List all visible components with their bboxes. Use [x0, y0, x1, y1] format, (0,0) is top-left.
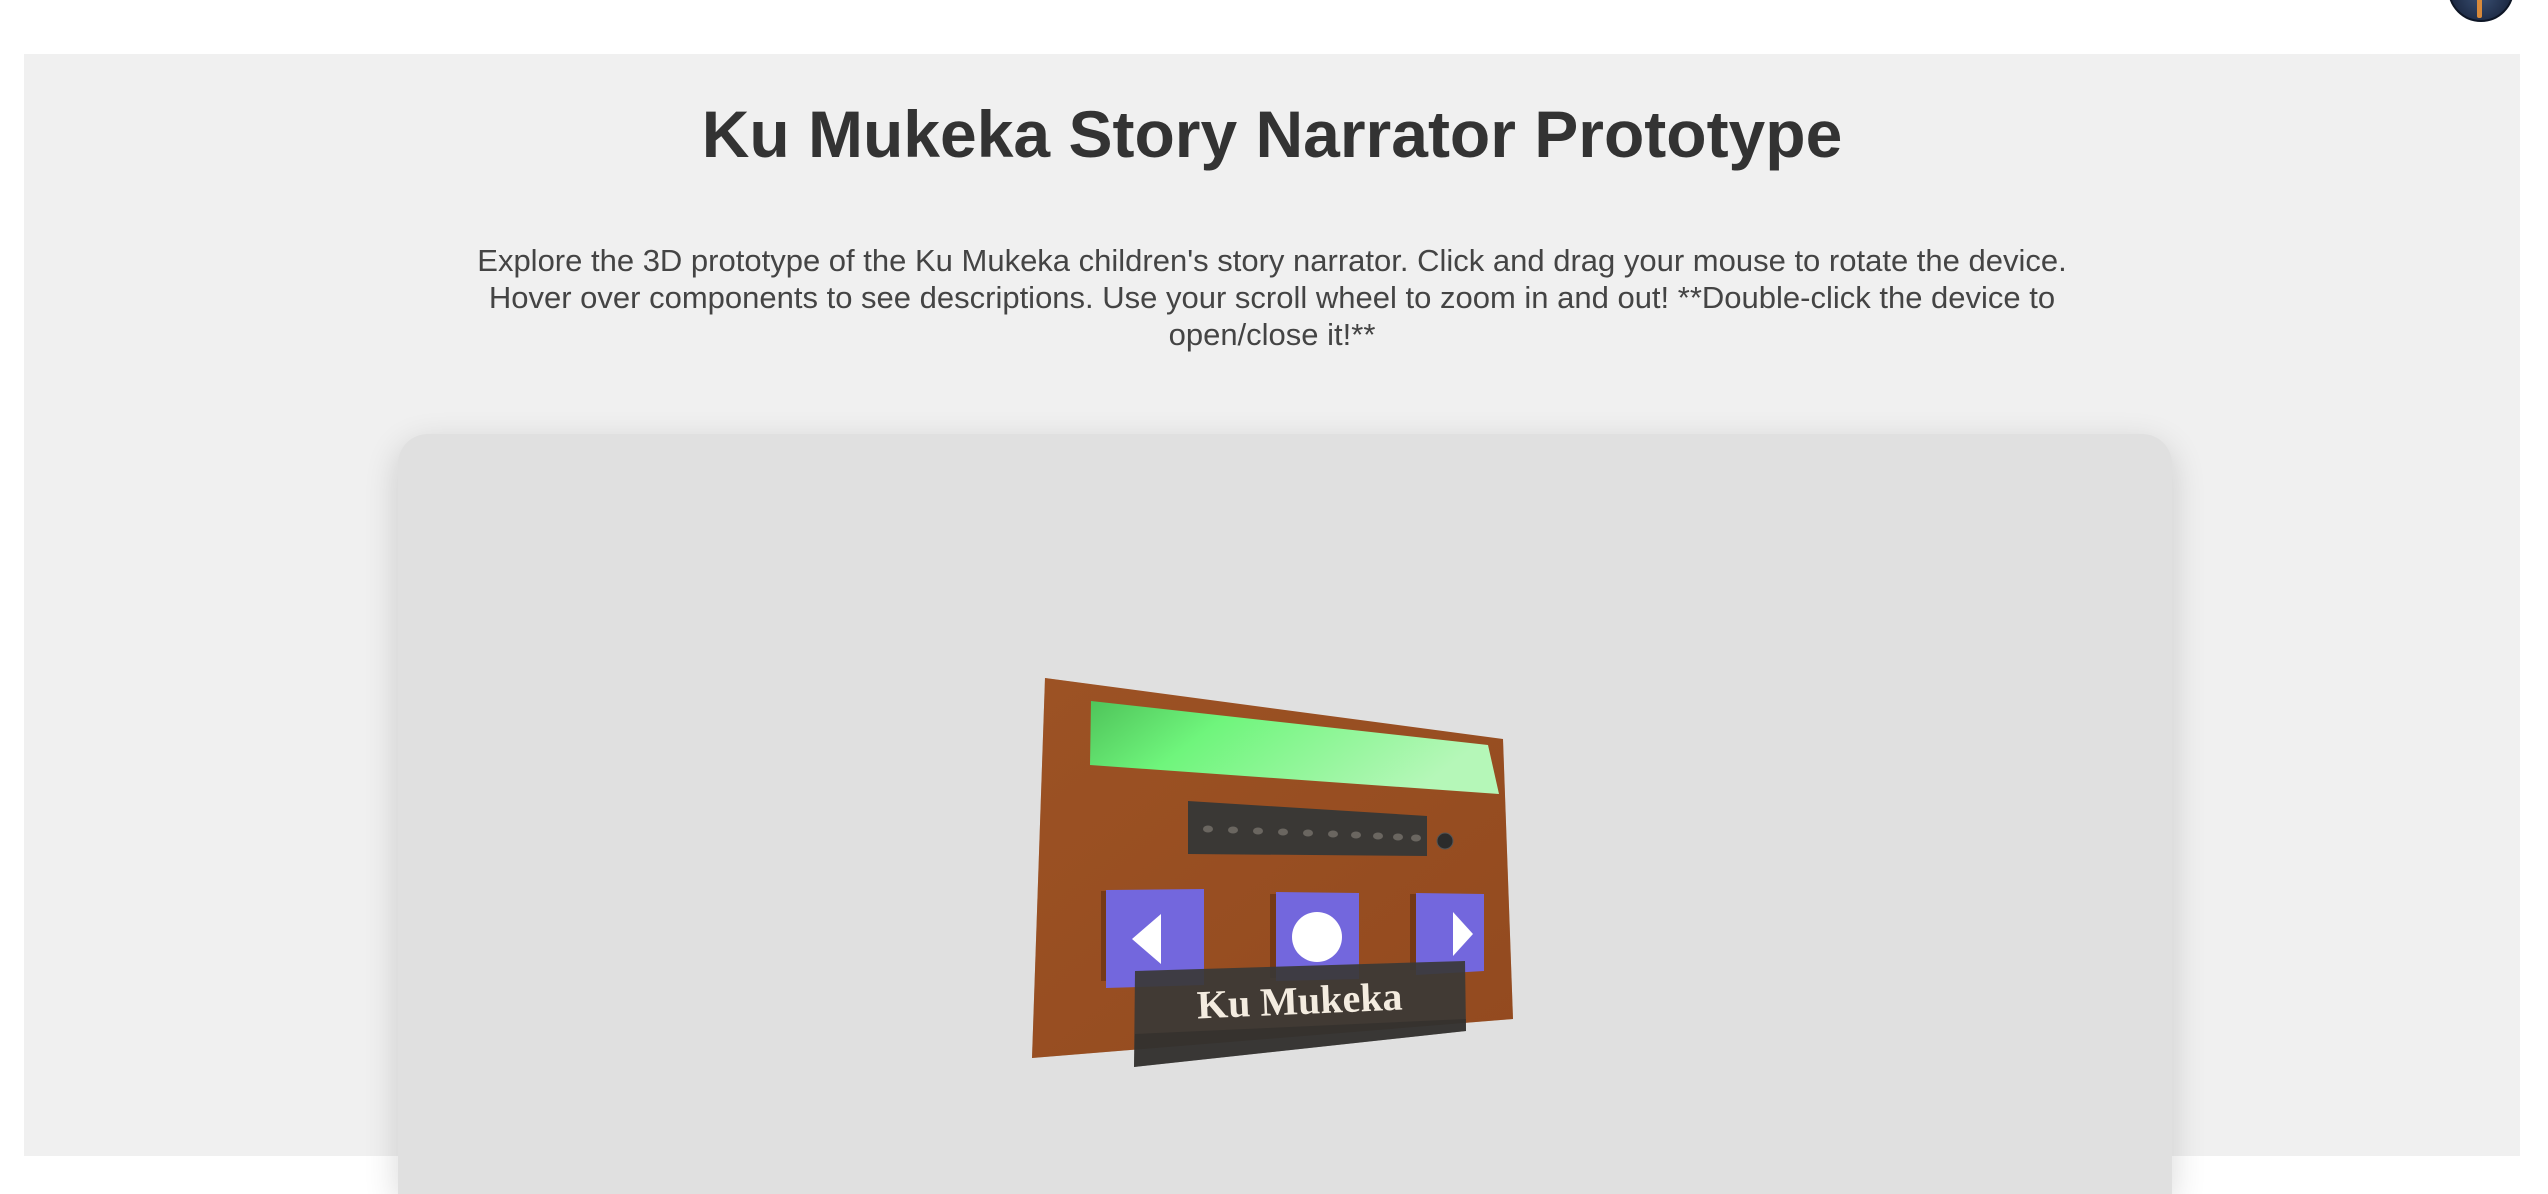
device-3d-model[interactable]: Ku Mukeka: [398, 434, 2172, 1194]
page-title: Ku Mukeka Story Narrator Prototype: [701, 97, 1843, 171]
top-bar: [0, 0, 2548, 54]
main-content: Ku Mukeka Story Narrator Prototype Explo…: [24, 54, 2520, 1194]
3d-viewer-canvas[interactable]: Ku Mukeka: [398, 434, 2172, 1194]
brand-label-plate: Ku Mukeka: [1134, 961, 1466, 1067]
page-description: Explore the 3D prototype of the Ku Mukek…: [477, 243, 2067, 352]
user-avatar-icon[interactable]: [2448, 0, 2514, 22]
indicator-light: [1436, 832, 1454, 850]
brand-label: Ku Mukeka: [1196, 974, 1403, 1028]
circle-icon: [1292, 912, 1342, 962]
